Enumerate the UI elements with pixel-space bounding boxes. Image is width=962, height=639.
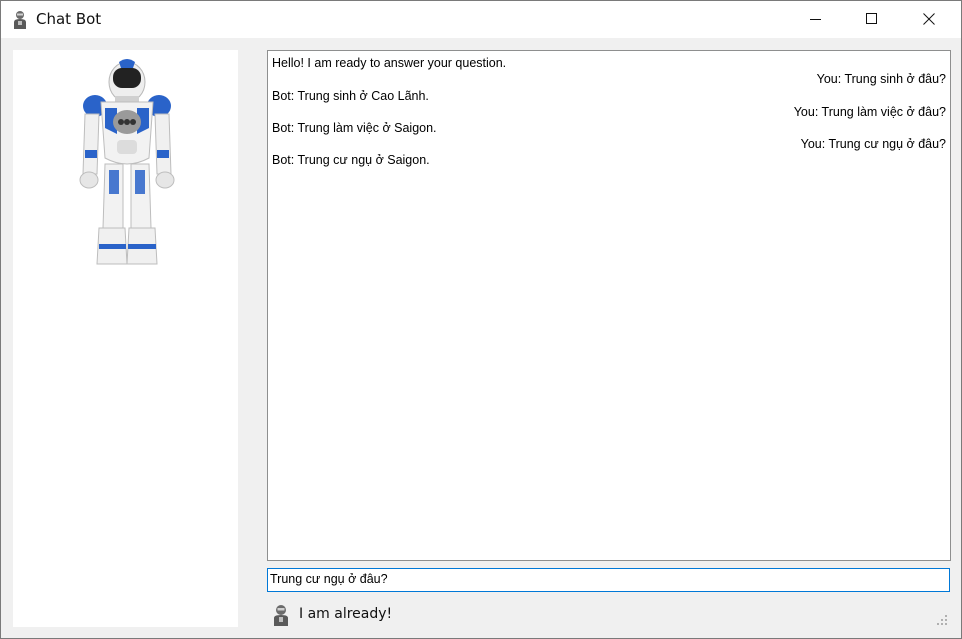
maximize-icon	[866, 13, 877, 24]
chat-bot-window: Chat Bot Hello! I am ready to answer you…	[0, 0, 962, 639]
chat-message-bot: Bot: Trung sinh ở Cao Lãnh.	[272, 89, 429, 103]
maximize-button[interactable]	[849, 1, 895, 38]
robot-icon	[274, 605, 288, 626]
minimize-button[interactable]	[793, 1, 839, 38]
message-input-value: Trung cư ngụ ở đâu?	[270, 572, 388, 586]
chat-message-bot: Hello! I am ready to answer your questio…	[272, 56, 507, 70]
chat-message-user: You: Trung làm việc ở đâu?	[793, 105, 946, 119]
minimize-icon	[810, 19, 821, 20]
close-icon	[923, 13, 935, 25]
chat-message-bot: Bot: Trung làm việc ở Saigon.	[272, 121, 437, 135]
robot-icon	[14, 11, 26, 29]
chat-message-bot: Bot: Trung cư ngụ ở Saigon.	[272, 153, 430, 167]
chat-message-user: You: Trung cư ngụ ở đâu?	[800, 137, 946, 151]
window-title: Chat Bot	[36, 10, 102, 28]
message-input[interactable]: Trung cư ngụ ở đâu?	[267, 568, 950, 592]
robot-image	[79, 59, 175, 265]
title-bar[interactable]: Chat Bot	[1, 1, 961, 38]
robot-image-panel	[13, 50, 238, 627]
chat-message-user: You: Trung sinh ở đâu?	[816, 72, 946, 86]
close-button[interactable]	[906, 1, 952, 38]
chat-transcript[interactable]: Hello! I am ready to answer your questio…	[267, 50, 951, 561]
status-text: I am already!	[299, 606, 393, 622]
resize-grip-icon[interactable]	[935, 613, 949, 627]
